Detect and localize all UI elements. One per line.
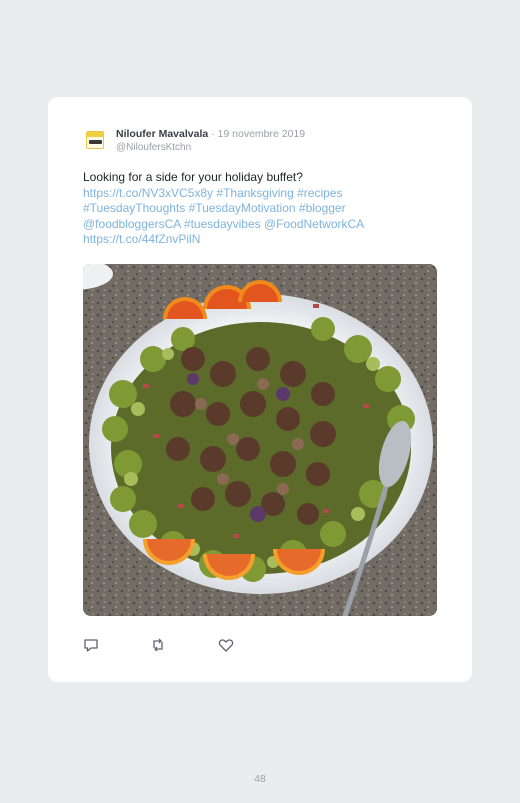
heart-icon[interactable] (218, 637, 234, 653)
tweet-header: Niloufer Mavalvala · 19 novembre 2019 @N… (86, 127, 446, 157)
author-name[interactable]: Niloufer Mavalvala (116, 128, 208, 140)
tweet-mention-line[interactable]: @foodbloggersCA #tuesdayvibes @FoodNetwo… (83, 217, 443, 233)
tweet-date[interactable]: 19 novembre 2019 (218, 128, 306, 140)
page-number: 48 (254, 773, 266, 785)
tweet-text: Looking for a side for your holiday buff… (83, 170, 443, 248)
retweet-icon[interactable] (150, 637, 166, 653)
author-line: Niloufer Mavalvala · 19 novembre 2019 (116, 127, 305, 141)
reply-icon[interactable] (83, 637, 99, 653)
tweet-photo[interactable] (83, 264, 437, 616)
tweet-card: Niloufer Mavalvala · 19 novembre 2019 @N… (48, 97, 472, 682)
avatar-logo-mark (89, 140, 102, 144)
avatar-logo-band (87, 132, 103, 137)
tweet-link-line-2[interactable]: https://t.co/44fZnvPilN (83, 232, 443, 248)
date-separator: · (208, 128, 218, 140)
tweet-link-line[interactable]: https://t.co/NV3xVC5x8y #Thanksgiving #r… (83, 186, 443, 202)
page: Niloufer Mavalvala · 19 novembre 2019 @N… (0, 0, 520, 803)
tweet-hashtag-line[interactable]: #TuesdayThoughts #TuesdayMotivation #blo… (83, 201, 443, 217)
food-photo-illustration (83, 264, 437, 616)
author-handle[interactable]: @NiloufersKtchn (116, 141, 191, 155)
tweet-text-line: Looking for a side for your holiday buff… (83, 170, 303, 184)
avatar[interactable] (86, 131, 104, 149)
